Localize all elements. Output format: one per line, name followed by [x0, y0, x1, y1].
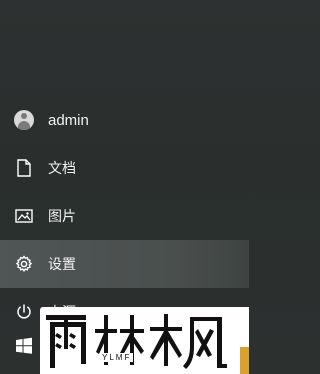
start-menu-left-rail: admin 文档 图片 设置 [0, 96, 249, 336]
document-icon [14, 158, 34, 178]
ylmf-watermark-logo: YLMF [40, 307, 249, 374]
user-account-item[interactable]: admin [0, 96, 249, 144]
watermark-subtitle: YLMF [100, 353, 134, 362]
power-icon [14, 302, 34, 322]
user-avatar-icon [14, 110, 34, 130]
pictures-item[interactable]: 图片 [0, 192, 249, 240]
gear-icon [14, 254, 34, 274]
settings-label: 设置 [48, 257, 76, 273]
user-name-label: admin [48, 111, 89, 129]
windows-logo-icon [15, 337, 33, 359]
settings-item[interactable]: 设置 [0, 240, 249, 288]
documents-item[interactable]: 文档 [0, 144, 249, 192]
pictures-icon [14, 206, 34, 226]
pictures-label: 图片 [48, 209, 76, 225]
documents-label: 文档 [48, 161, 76, 177]
